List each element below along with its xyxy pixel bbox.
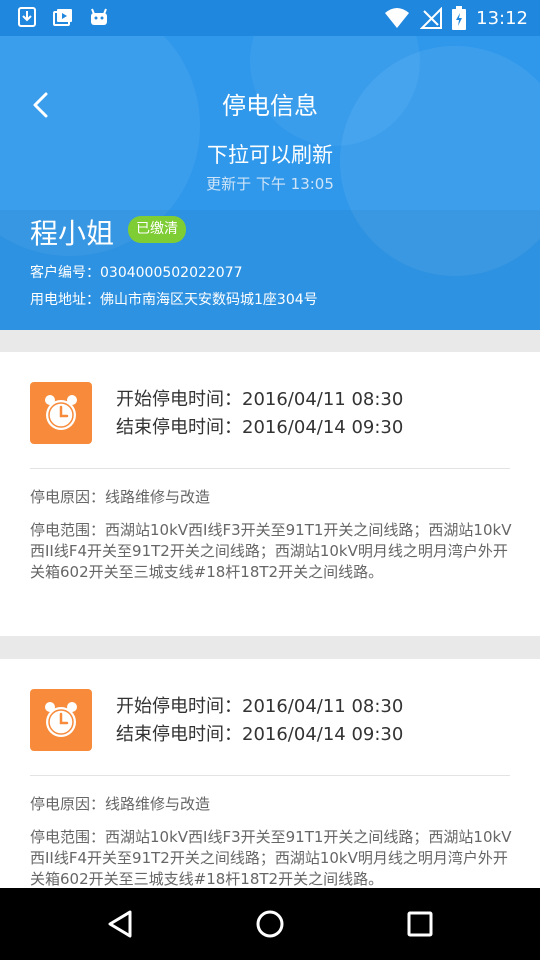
status-time: 13:12 — [476, 7, 528, 29]
outage-reason: 停电原因：线路维修与改造 — [30, 795, 211, 813]
outage-start-time: 开始停电时间：2016/04/11 08:30 — [116, 696, 404, 717]
download-icon — [18, 7, 36, 27]
android-icon — [91, 8, 107, 25]
outage-end-time: 结束停电时间：2016/04/14 09:30 — [116, 724, 404, 745]
outage-end-time: 结束停电时间：2016/04/14 09:30 — [116, 417, 404, 438]
status-bar: 13:12 — [0, 0, 540, 36]
outage-scope: 停电范围：西湖站10kV西I线F3开关至91T1开关之间线路；西湖站10kV西I… — [30, 521, 512, 581]
customer-name: 程小姐 — [30, 217, 115, 250]
outage-card: 开始停电时间：2016/04/11 08:30 结束停电时间：2016/04/1… — [0, 659, 540, 888]
alarm-clock-icon — [30, 689, 92, 751]
back-triangle-icon[interactable] — [96, 900, 144, 948]
power-address: 用电地址：佛山市南海区天安数码城1座304号 — [30, 292, 318, 308]
no-sim-icon — [420, 7, 443, 29]
divider — [30, 775, 510, 776]
outage-card: 开始停电时间：2016/04/11 08:30 结束停电时间：2016/04/1… — [0, 352, 540, 636]
last-updated: 更新于 下午 13:05 — [206, 175, 334, 193]
divider — [30, 468, 510, 469]
battery-charging-icon — [452, 6, 467, 30]
customer-number: 客户编号：0304000502022077 — [30, 265, 243, 281]
paid-status-badge: 已缴清 — [128, 216, 186, 243]
header-area: 停电信息 下拉可以刷新 更新于 下午 13:05 程小姐 已缴清 客户编号：03… — [0, 36, 540, 330]
alarm-clock-icon — [30, 382, 92, 444]
outage-reason: 停电原因：线路维修与改造 — [30, 488, 211, 506]
outage-scope: 停电范围：西湖站10kV西I线F3开关至91T1开关之间线路；西湖站10kV西I… — [30, 828, 512, 888]
recents-square-icon[interactable] — [396, 900, 444, 948]
home-circle-icon[interactable] — [246, 900, 294, 948]
wifi-icon — [385, 8, 410, 28]
system-nav-bar — [0, 888, 540, 960]
pull-refresh-hint: 下拉可以刷新 — [207, 143, 333, 167]
gallery-icon — [53, 9, 72, 26]
page-title: 停电信息 — [222, 92, 318, 120]
outage-start-time: 开始停电时间：2016/04/11 08:30 — [116, 389, 404, 410]
